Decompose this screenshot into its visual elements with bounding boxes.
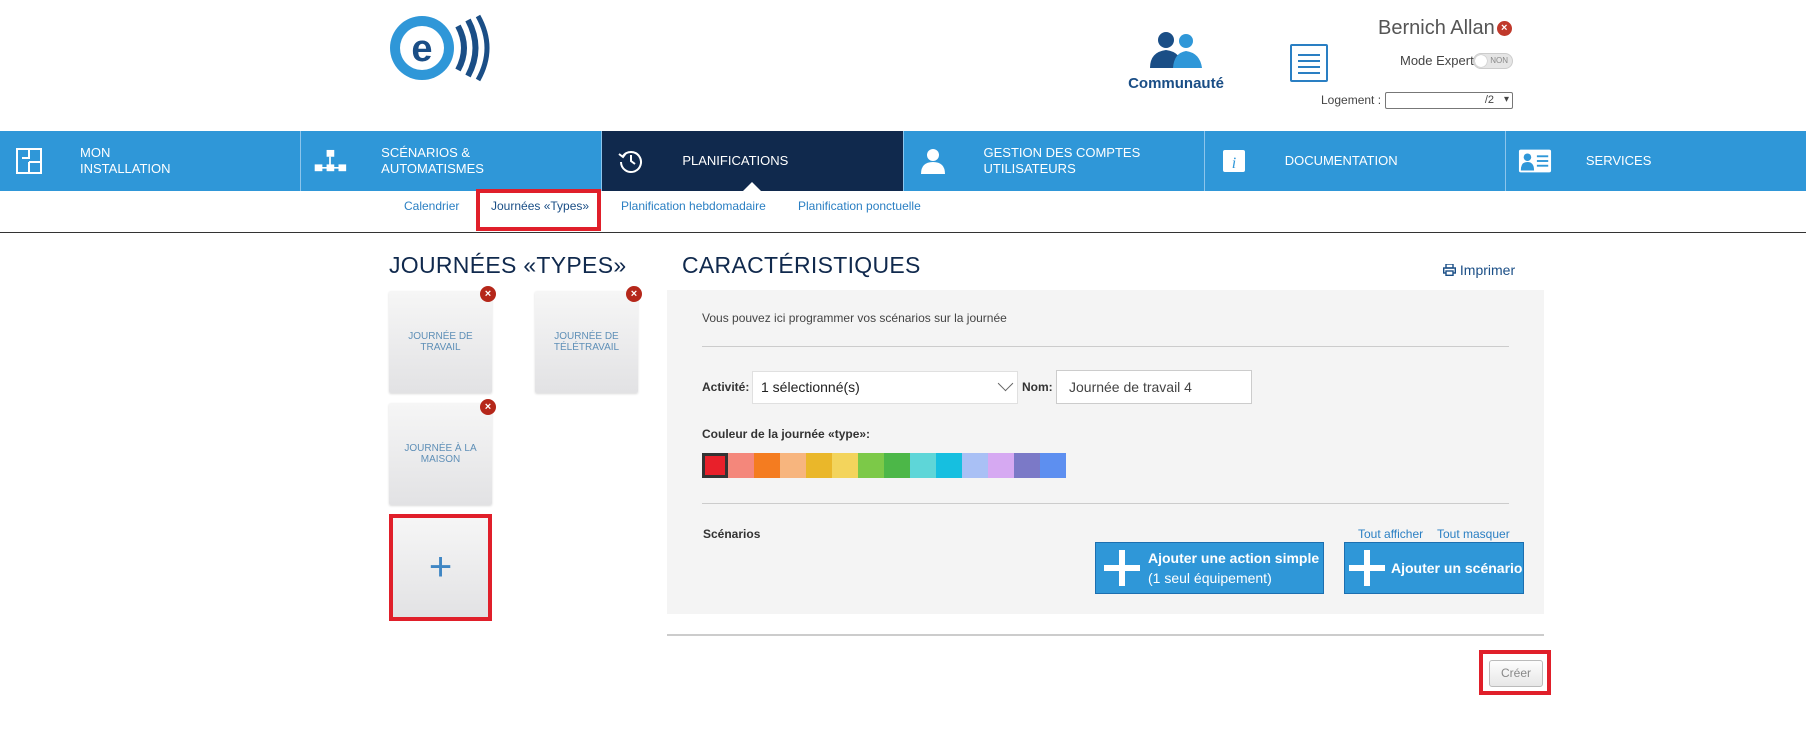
- journees-types-title: JOURNÉES «TYPES»: [389, 252, 627, 278]
- highlight-box: [476, 189, 601, 231]
- nom-input[interactable]: [1056, 370, 1252, 404]
- nav-label: SERVICES: [1585, 153, 1652, 168]
- delete-card-icon[interactable]: ×: [626, 286, 642, 302]
- day-card-travail[interactable]: JOURNÉE DE TRAVAIL: [389, 291, 492, 393]
- nav-label: SCÉNARIOS & AUTOMATISMES: [381, 145, 484, 176]
- user-name-label: Bernich Allan: [1378, 17, 1495, 39]
- color-swatch[interactable]: [1014, 453, 1040, 478]
- print-label: Imprimer: [1459, 262, 1516, 278]
- print-link[interactable]: Imprimer: [1442, 262, 1516, 278]
- plus-icon: [1349, 550, 1385, 586]
- color-swatch[interactable]: [858, 453, 884, 478]
- logout-close-icon[interactable]: ×: [1496, 21, 1512, 37]
- add-simple-action-button[interactable]: Ajouter une action simple (1 seul équipem…: [1095, 542, 1324, 594]
- activity-label: Activité:: [702, 380, 750, 394]
- divider: [702, 503, 1509, 504]
- toggle-knob: [1475, 55, 1487, 67]
- activity-value: 1 sélectionné(s): [761, 379, 860, 395]
- delete-card-icon[interactable]: ×: [480, 399, 496, 415]
- hide-all-link[interactable]: Tout masquer: [1437, 527, 1510, 541]
- color-swatch[interactable]: [728, 453, 754, 478]
- divider: [667, 634, 1544, 636]
- show-all-link[interactable]: Tout afficher: [1358, 527, 1423, 541]
- create-button[interactable]: Créer: [1489, 660, 1543, 687]
- nav-gestion-comptes[interactable]: GESTION DES COMPTES UTILISATEURS: [904, 131, 1205, 191]
- activity-select[interactable]: 1 sélectionné(s): [752, 371, 1018, 404]
- expert-mode-label: Mode Expert: [1400, 53, 1474, 68]
- chevron-down-icon: ▾: [1503, 94, 1509, 105]
- community-label: Communauté: [1128, 75, 1224, 92]
- main-nav: MON INSTALLATION SCÉNARIOS & AUTOMATISME…: [0, 131, 1806, 192]
- color-swatch[interactable]: [988, 453, 1014, 478]
- nav-label: GESTION DES COMPTES UTILISATEURS: [983, 145, 1141, 176]
- svg-text:i: i: [1231, 155, 1235, 172]
- toggle-state-text: NON: [1490, 56, 1508, 65]
- community-link[interactable]: Communauté: [1118, 30, 1234, 92]
- day-card-maison[interactable]: JOURNÉE À LA MAISON: [389, 403, 492, 505]
- divider: [702, 346, 1509, 347]
- expert-mode-toggle[interactable]: NON: [1473, 53, 1513, 69]
- day-card-label: JOURNÉE DE TÉLÉTRAVAIL: [553, 331, 620, 353]
- color-swatch[interactable]: [702, 453, 728, 478]
- add-day-type-button[interactable]: +: [389, 514, 492, 621]
- svg-text:e: e: [411, 28, 432, 70]
- color-swatch[interactable]: [936, 453, 962, 478]
- info-icon: i: [1217, 145, 1251, 177]
- logement-select[interactable]: /2 ▾: [1385, 92, 1513, 109]
- button-line-1: Ajouter une action simple: [1148, 550, 1320, 566]
- network-icon: [313, 145, 347, 177]
- button-text: Ajouter une action simple (1 seul équipem…: [1148, 548, 1319, 588]
- logement-value: /2: [1484, 94, 1494, 106]
- nav-mon-installation[interactable]: MON INSTALLATION: [0, 131, 302, 191]
- highlight-box: Créer: [1479, 650, 1551, 695]
- day-card-label: JOURNÉE DE TRAVAIL: [408, 331, 473, 353]
- color-swatch[interactable]: [832, 453, 858, 478]
- delete-card-icon[interactable]: ×: [480, 286, 496, 302]
- color-swatch[interactable]: [780, 453, 806, 478]
- color-swatches: [702, 453, 1066, 478]
- day-card-label: JOURNÉE À LA MAISON: [404, 443, 477, 465]
- history-clock-icon: [614, 145, 648, 177]
- color-swatch[interactable]: [754, 453, 780, 478]
- chevron-down-icon: [997, 375, 1014, 392]
- nav-scenarios[interactable]: SCÉNARIOS & AUTOMATISMES: [301, 131, 603, 191]
- nav-label: MON INSTALLATION: [80, 145, 171, 176]
- caracteristiques-title: CARACTÉRISTIQUES: [682, 252, 921, 278]
- plus-icon: [1104, 550, 1140, 586]
- menu-list-button[interactable]: [1290, 44, 1328, 82]
- plus-icon: +: [393, 518, 488, 617]
- nav-documentation[interactable]: i DOCUMENTATION: [1205, 131, 1506, 191]
- nom-label: Nom:: [1022, 380, 1053, 394]
- intro-text: Vous pouvez ici programmer vos scénarios…: [702, 311, 1007, 325]
- color-swatch[interactable]: [1040, 453, 1066, 478]
- button-line-2: (1 seul équipement): [1148, 570, 1272, 586]
- logement-label: Logement :: [1321, 93, 1382, 107]
- color-swatch[interactable]: [910, 453, 936, 478]
- color-swatch[interactable]: [962, 453, 988, 478]
- user-name: Bernich Allan ×: [1378, 17, 1512, 40]
- color-swatch[interactable]: [884, 453, 910, 478]
- printer-icon: [1442, 263, 1457, 277]
- nav-label: DOCUMENTATION: [1284, 153, 1398, 168]
- color-label: Couleur de la journée «type»:: [702, 427, 871, 441]
- nav-services[interactable]: SERVICES: [1506, 131, 1806, 191]
- color-swatch[interactable]: [806, 453, 832, 478]
- subnav-planification-ponctuelle[interactable]: Planification ponctuelle: [798, 199, 921, 213]
- services-icon: [1518, 145, 1552, 177]
- scenarios-label: Scénarios: [703, 527, 761, 541]
- user-icon: [916, 145, 950, 177]
- button-line-1: Ajouter un scénario: [1391, 560, 1523, 576]
- brand-logo: e: [388, 12, 492, 84]
- subnav-divider: [0, 232, 1806, 233]
- floorplan-icon: [12, 145, 46, 177]
- button-text: Ajouter un scénario: [1391, 558, 1522, 578]
- subnav-planification-hebdomadaire[interactable]: Planification hebdomadaire: [621, 199, 766, 213]
- subnav-calendrier[interactable]: Calendrier: [404, 199, 459, 213]
- add-scenario-button[interactable]: Ajouter un scénario: [1344, 542, 1524, 594]
- day-card-teletravail[interactable]: JOURNÉE DE TÉLÉTRAVAIL: [535, 291, 638, 393]
- nav-label: PLANIFICATIONS: [682, 153, 789, 168]
- nav-planifications[interactable]: PLANIFICATIONS: [602, 131, 904, 192]
- community-icon: [1150, 32, 1202, 68]
